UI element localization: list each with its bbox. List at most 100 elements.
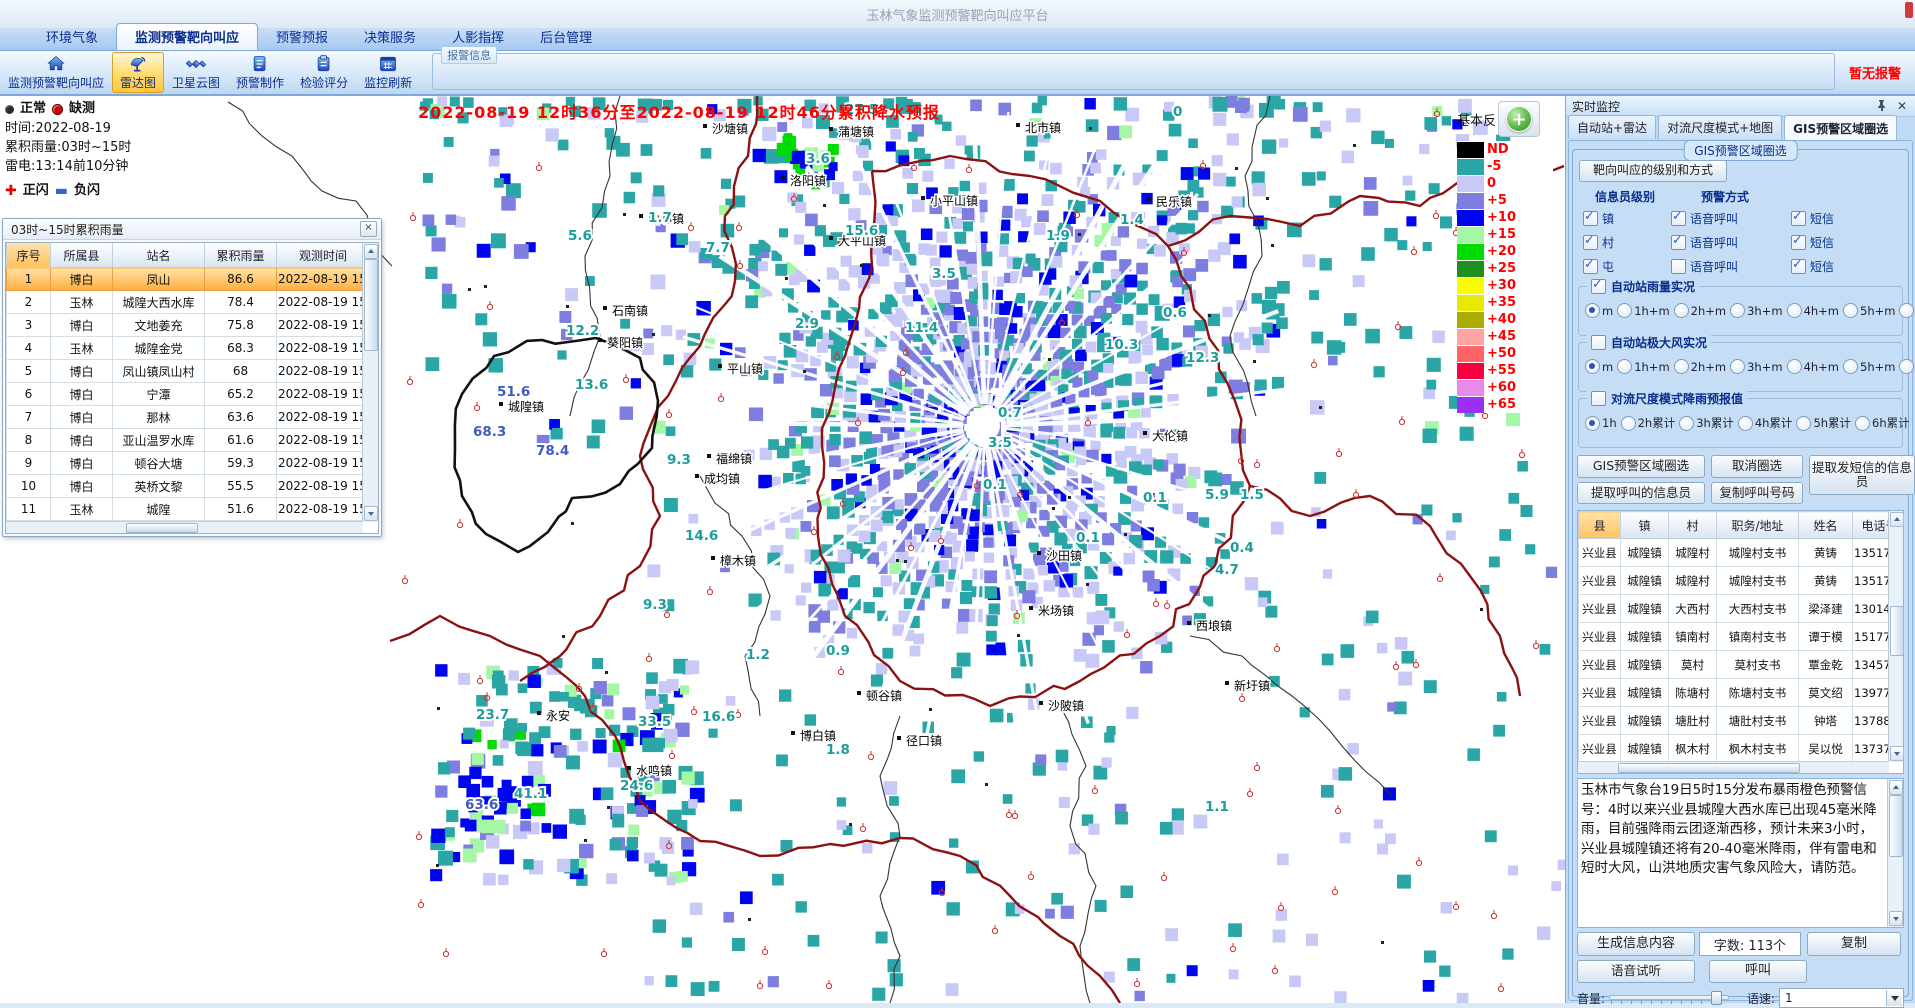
rain-col-header[interactable]: 序号	[7, 243, 51, 268]
contact-row[interactable]: 兴业县城隍镇莫村莫村支书覃金乾134575405	[1579, 651, 1890, 679]
toolbar-button-home[interactable]: 监测预警靶向叫应	[0, 52, 112, 93]
radio-option[interactable]: 6h累计	[1855, 415, 1910, 431]
panel-tab[interactable]: 对流尺度模式+地图	[1658, 115, 1782, 139]
rain-table[interactable]: 序号所属县站名累积雨量观测时间 1博白凤山86.62022-08-19 15:0…	[6, 243, 370, 521]
level-checkbox[interactable]	[1583, 259, 1598, 274]
radio-option[interactable]: 5h+m	[1843, 359, 1895, 374]
message-editor[interactable]: 玉林市气象台19日5时15分发布暴雨橙色预警信号：4时以来兴业县城隍大西水库已出…	[1577, 778, 1904, 928]
voice-preview-button[interactable]: 语音试听	[1577, 960, 1695, 983]
radio-option[interactable]: 4h+m	[1787, 359, 1839, 374]
contact-col-header[interactable]: 县	[1579, 512, 1621, 539]
speed-dropdown[interactable]: 1	[1779, 988, 1904, 1008]
gis-circle-select-button[interactable]: GIS预警区域圈选	[1577, 455, 1705, 478]
cancel-circle-button[interactable]: 取消圈选	[1711, 455, 1803, 478]
radio-option[interactable]: 5h累计	[1796, 415, 1851, 431]
rain-table-row[interactable]: 7博白那林63.62022-08-19 15:00	[7, 406, 370, 429]
contact-row[interactable]: 兴业县城隍镇大西村大西村支书梁泽建130149571	[1579, 595, 1890, 623]
scroll-up-icon[interactable]	[1890, 512, 1904, 527]
radar-map[interactable]: 沙塘镇蒲塘镇北市镇洛阳镇山心镇小平山镇民乐镇大平山镇石南镇葵阳镇平山镇城隍镇福绵…	[0, 96, 1565, 1003]
menu-tab[interactable]: 后台管理	[522, 24, 610, 50]
contact-row[interactable]: 兴业县城隍镇塘肚村塘肚村支书钟塔137885534	[1579, 707, 1890, 735]
menu-tab[interactable]: 预警预报	[258, 24, 346, 50]
sms-checkbox[interactable]	[1791, 235, 1806, 250]
rain-table-row[interactable]: 4玉林城隍金党68.32022-08-19 15:00	[7, 337, 370, 360]
rain-col-header[interactable]: 站名	[113, 243, 205, 268]
chevron-down-icon[interactable]	[1886, 990, 1902, 1006]
menu-tab[interactable]: 监测预警靶向叫应	[116, 23, 258, 50]
radio-option[interactable]: 5h+m	[1843, 303, 1895, 318]
contact-col-header[interactable]: 镇	[1621, 512, 1669, 539]
contact-row[interactable]: 兴业县城隍镇城隍村城隍村支书黄铸135176975	[1579, 539, 1890, 567]
rain-table-row[interactable]: 11玉林城隍51.62022-08-19 15:00	[7, 498, 370, 521]
rain-table-vscrollbar[interactable]	[362, 243, 378, 522]
rain-table-hscrollbar[interactable]	[6, 521, 363, 533]
scroll-down-icon[interactable]	[1889, 911, 1903, 926]
extract-sms-informers-button[interactable]: 提取发短信的信息员	[1809, 455, 1915, 495]
contacts-hscrollbar[interactable]	[1578, 761, 1889, 773]
contact-col-header[interactable]: 职务/地址	[1717, 512, 1799, 539]
toolbar-button-score[interactable]: 检验评分	[292, 52, 356, 93]
scroll-up-icon[interactable]	[1889, 780, 1903, 795]
toolbar-button-satellite[interactable]: 卫星云图	[164, 52, 228, 93]
radio-option[interactable]: 3h+m	[1730, 359, 1782, 374]
warning-message-text[interactable]: 玉林市气象台19日5时15分发布暴雨橙色预警信号：4时以来兴业县城隍大西水库已出…	[1581, 781, 1885, 925]
toolbar-button-warning-doc[interactable]: 预警制作	[228, 52, 292, 93]
contact-row[interactable]: 兴业县城隍镇陈塘村陈塘村支书莫文绍139775796	[1579, 679, 1890, 707]
radio-option[interactable]: 2h累计	[1621, 415, 1676, 431]
rain-table-row[interactable]: 3博白文地姜充75.82022-08-19 15:00	[7, 314, 370, 337]
generate-message-button[interactable]: 生成信息内容	[1577, 932, 1695, 956]
contact-row[interactable]: 兴业县城隍镇镇南村镇南村支书谭于模151775946	[1579, 623, 1890, 651]
rain-group-checkbox[interactable]	[1591, 279, 1606, 294]
scroll-down-icon[interactable]	[1890, 746, 1904, 761]
close-panel-icon[interactable]: ✕	[1895, 99, 1909, 113]
level-checkbox[interactable]	[1583, 211, 1598, 226]
scroll-up-icon[interactable]	[364, 244, 378, 259]
rain-table-row[interactable]: 8博白亚山温罗水库61.62022-08-19 15:00	[7, 429, 370, 452]
pin-icon[interactable]	[1875, 99, 1889, 113]
sms-checkbox[interactable]	[1791, 211, 1806, 226]
menu-tab[interactable]: 环境气象	[28, 24, 116, 50]
panel-tab[interactable]: GIS预警区域圈选	[1784, 115, 1897, 140]
scroll-down-icon[interactable]	[364, 506, 378, 521]
close-icon[interactable]: ×	[360, 221, 377, 237]
radio-option[interactable]: 12h+m	[1899, 303, 1915, 318]
rain-window-titlebar[interactable]: 03时~15时累积雨量 ×	[3, 219, 381, 240]
voice-call-checkbox[interactable]	[1671, 211, 1686, 226]
copy-message-button[interactable]: 复制	[1807, 932, 1901, 956]
radio-option[interactable]: 4h累计	[1738, 415, 1793, 431]
voice-call-checkbox[interactable]	[1671, 235, 1686, 250]
contact-col-header[interactable]: 村	[1669, 512, 1717, 539]
call-level-mode-button[interactable]: 靶向叫应的级别和方式	[1579, 160, 1727, 182]
toolbar-button-radar[interactable]: 雷达图	[112, 52, 164, 93]
call-button[interactable]: 呼叫	[1709, 960, 1807, 983]
radio-option[interactable]: 1h+m	[1617, 359, 1669, 374]
rain-table-row[interactable]: 6博白宁潭65.22022-08-19 15:00	[7, 383, 370, 406]
radio-option[interactable]: 12h+m	[1899, 359, 1915, 374]
wind-group-checkbox[interactable]	[1591, 335, 1606, 350]
toolbar-button-refresh[interactable]: 监控刷新	[356, 52, 420, 93]
close-window-icon[interactable]	[1905, 2, 1913, 18]
radio-option[interactable]: 1h	[1585, 416, 1617, 431]
rain-table-row[interactable]: 9博白顿谷大塘59.32022-08-19 15:00	[7, 452, 370, 475]
radio-option[interactable]: m	[1585, 303, 1613, 318]
rain-col-header[interactable]: 累积雨量	[205, 243, 277, 268]
contact-row[interactable]: 兴业县城隍镇枫木村枫木村支书吴以悦137375511	[1579, 735, 1890, 763]
contact-row[interactable]: 兴业县城隍镇城隍村城隍村支书黄铸135176975	[1579, 567, 1890, 595]
radio-option[interactable]: 2h+m	[1674, 303, 1726, 318]
voice-call-checkbox[interactable]	[1671, 259, 1686, 274]
level-checkbox[interactable]	[1583, 235, 1598, 250]
menu-tab[interactable]: 决策服务	[346, 24, 434, 50]
rain-table-row[interactable]: 10博白英桥文黎55.52022-08-19 15:00	[7, 475, 370, 498]
extract-call-informers-button[interactable]: 提取呼叫的信息员	[1577, 482, 1705, 504]
contacts-table[interactable]: 县镇村职务/地址姓名电话号码 兴业县城隍镇城隍村城隍村支书黄铸135176975…	[1578, 511, 1889, 762]
rain-col-header[interactable]: 所属县	[51, 243, 113, 268]
radio-option[interactable]: 4h+m	[1787, 303, 1839, 318]
model-group-checkbox[interactable]	[1591, 391, 1606, 406]
rain-col-header[interactable]: 观测时间	[277, 243, 370, 268]
radio-option[interactable]: 3h累计	[1679, 415, 1734, 431]
rain-table-row[interactable]: 2玉林城隍大西水库78.42022-08-19 15:00	[7, 291, 370, 314]
sms-checkbox[interactable]	[1791, 259, 1806, 274]
rain-table-row[interactable]: 1博白凤山86.62022-08-19 15:00	[7, 268, 370, 291]
rain-table-row[interactable]: 5博白凤山镇凤山村682022-08-19 15:00	[7, 360, 370, 383]
radio-option[interactable]: 3h+m	[1730, 303, 1782, 318]
